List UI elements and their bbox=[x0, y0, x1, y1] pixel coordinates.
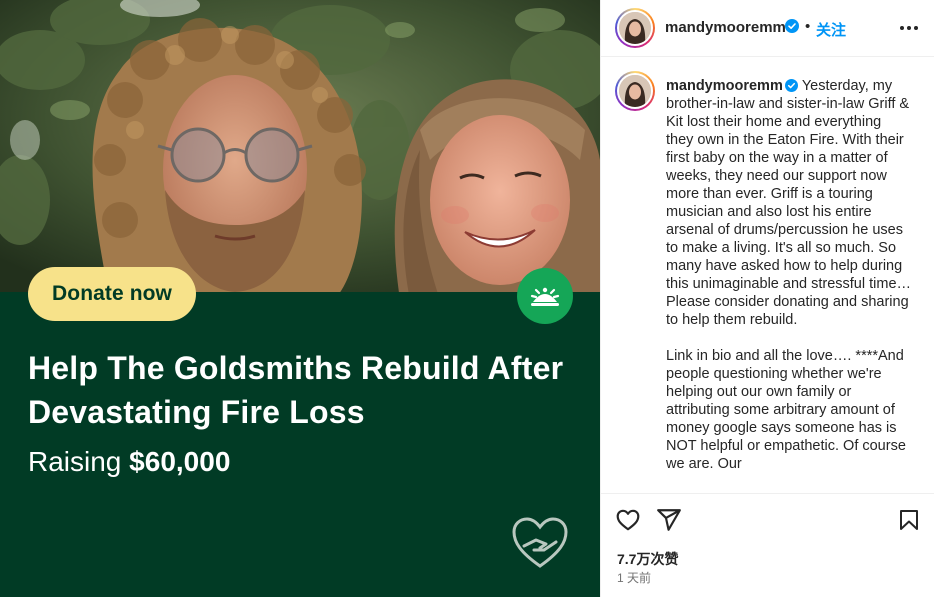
raising-amount: Raising $60,000 bbox=[28, 446, 230, 478]
verified-badge-icon bbox=[785, 19, 799, 33]
heart-hand-icon bbox=[512, 517, 568, 568]
caption-paragraph-2: Link in bio and all the love…. ****And p… bbox=[666, 348, 906, 472]
campaign-title: Help The Goldsmiths Rebuild After Devast… bbox=[28, 350, 564, 430]
heart-icon[interactable] bbox=[615, 507, 641, 533]
likes-count[interactable]: 7.7万次赞 bbox=[617, 549, 678, 569]
donate-now-button[interactable]: Donate now bbox=[28, 267, 196, 321]
username-link[interactable]: mandymooremm bbox=[665, 19, 786, 36]
post-timestamp[interactable]: 1 天前 bbox=[617, 569, 651, 586]
bookmark-icon[interactable] bbox=[897, 507, 921, 533]
post-header: mandymooremm • 关注 bbox=[601, 0, 934, 57]
post-actions: 7.7万次赞 1 天前 bbox=[601, 493, 934, 597]
avatar-image bbox=[617, 10, 653, 46]
post-photo bbox=[0, 0, 600, 292]
verified-badge-icon bbox=[784, 79, 798, 92]
more-options-dots bbox=[900, 26, 918, 30]
caption-username[interactable]: mandymooremm bbox=[666, 78, 783, 94]
caption-text: mandymooremm Yesterday, my brother-in-law… bbox=[666, 77, 911, 473]
caption-avatar[interactable] bbox=[615, 71, 655, 111]
avatar-portrait bbox=[619, 12, 651, 44]
raising-value: $60,000 bbox=[129, 446, 231, 477]
more-options-icon[interactable] bbox=[897, 16, 921, 40]
avatar-image bbox=[617, 73, 653, 109]
separator-dot: • bbox=[805, 18, 811, 35]
caption-area: mandymooremm Yesterday, my brother-in-law… bbox=[601, 57, 934, 493]
campaign-panel: Help The Goldsmiths Rebuild After Devast… bbox=[0, 292, 600, 597]
caption-body: Yesterday, my brother-in-law and sister-… bbox=[666, 78, 912, 328]
follow-button[interactable]: 关注 bbox=[816, 19, 846, 40]
caption-paragraph-1: mandymooremm Yesterday, my brother-in-law… bbox=[666, 77, 911, 329]
post-media[interactable]: Help The Goldsmiths Rebuild After Devast… bbox=[0, 0, 600, 597]
avatar-portrait bbox=[619, 75, 651, 107]
raising-label: Raising bbox=[28, 446, 122, 477]
avatar[interactable] bbox=[615, 8, 655, 48]
gofundme-logo-icon bbox=[517, 268, 573, 324]
share-icon[interactable] bbox=[656, 507, 682, 533]
gofundme-logo-shape bbox=[530, 287, 560, 306]
post-sidebar: mandymooremm • 关注 mandymooremm Yesterday… bbox=[600, 0, 934, 597]
